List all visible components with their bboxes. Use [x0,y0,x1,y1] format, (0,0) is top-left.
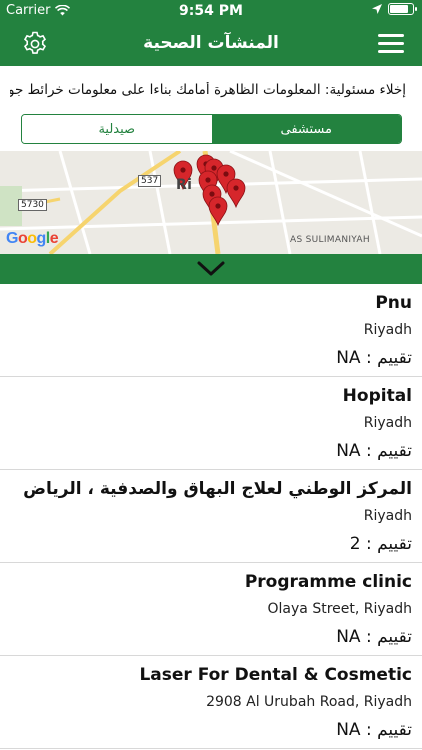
map-view[interactable]: 5730 537 Ri AS SULIMANIYAH Google [0,151,422,254]
list-item[interactable]: Programme clinic Olaya Street, Riyadh تقيي… [0,563,422,656]
list-item[interactable]: Hopital Riyadh تقييم : NA [0,377,422,470]
list-item[interactable]: المركز الوطني لعلاج البهاق والصدفية ، ال… [0,470,422,563]
tab-pharmacy[interactable]: صيدلية [22,115,212,143]
status-right [372,3,417,15]
rating-label: تقييم : [365,441,412,461]
google-logo: Google [6,230,59,247]
map-district-label: AS SULIMANIYAH [290,235,370,245]
facility-rating: تقييم : 2 [10,532,412,556]
nav-bar: المنشآت الصحية [0,22,422,66]
map-pin-icon[interactable] [226,178,246,209]
menu-line [378,42,404,45]
rating-value: NA [336,720,361,740]
facility-city: 2908 Al Urubah Road, Riyadh [206,694,412,710]
facility-city: Riyadh [363,415,412,431]
rating-value: 2 [349,534,361,554]
rating-value: NA [336,627,361,647]
facility-city: Riyadh [363,508,412,524]
road-shield-537: 537 [138,175,162,187]
tab-hospital[interactable]: مستشفى [211,115,401,143]
menu-line [378,34,404,37]
map-city-label: Ri [176,177,193,193]
facility-name: Pnu [375,293,412,313]
list-item[interactable]: Laser For Dental & Cosmetic 2908 Al Uruba… [0,656,422,749]
road-shield-5730: 5730 [18,199,47,211]
disclaimer-text: إخلاء مسئولية: المعلومات الظاهرة أمامك ب… [10,82,406,98]
facility-rating: تقييم : NA [10,346,412,370]
rating-label: تقييم : [365,534,412,554]
hamburger-menu-icon[interactable] [378,34,404,54]
location-arrow-icon [372,4,382,14]
page-title: المنشآت الصحية [143,33,279,53]
rating-label: تقييم : [365,348,412,368]
facility-name: Programme clinic [244,572,412,592]
facility-city: Riyadh [363,322,412,338]
facility-name: المركز الوطني لعلاج البهاق والصدفية ، ال… [23,479,412,499]
facility-name: Laser For Dental & Cosmetic [139,665,412,685]
facility-rating: تقييم : NA [10,625,412,649]
battery-fill [390,5,408,13]
rating-label: تقييم : [365,720,412,740]
rating-value: NA [336,441,361,461]
chevron-down-icon[interactable] [196,259,226,279]
facility-type-tabs: صيدلية مستشفى [21,114,402,144]
facility-city: Olaya Street, Riyadh [267,601,412,617]
facility-list: Pnu Riyadh تقييم : NA Hopital Riyadh تقييم : … [0,284,422,750]
facility-name: Hopital [342,386,412,406]
status-bar: Carrier 9:54 PM [0,0,422,22]
facility-rating: تقييم : NA [10,718,412,742]
facility-rating: تقييم : NA [10,439,412,463]
rating-label: تقييم : [365,627,412,647]
battery-icon [388,3,417,15]
rating-value: NA [336,348,361,368]
list-item[interactable]: Pnu Riyadh تقييم : NA [0,284,422,377]
map-collapse-bar[interactable] [0,254,422,284]
status-time: 9:54 PM [179,3,243,19]
menu-line [378,50,404,53]
